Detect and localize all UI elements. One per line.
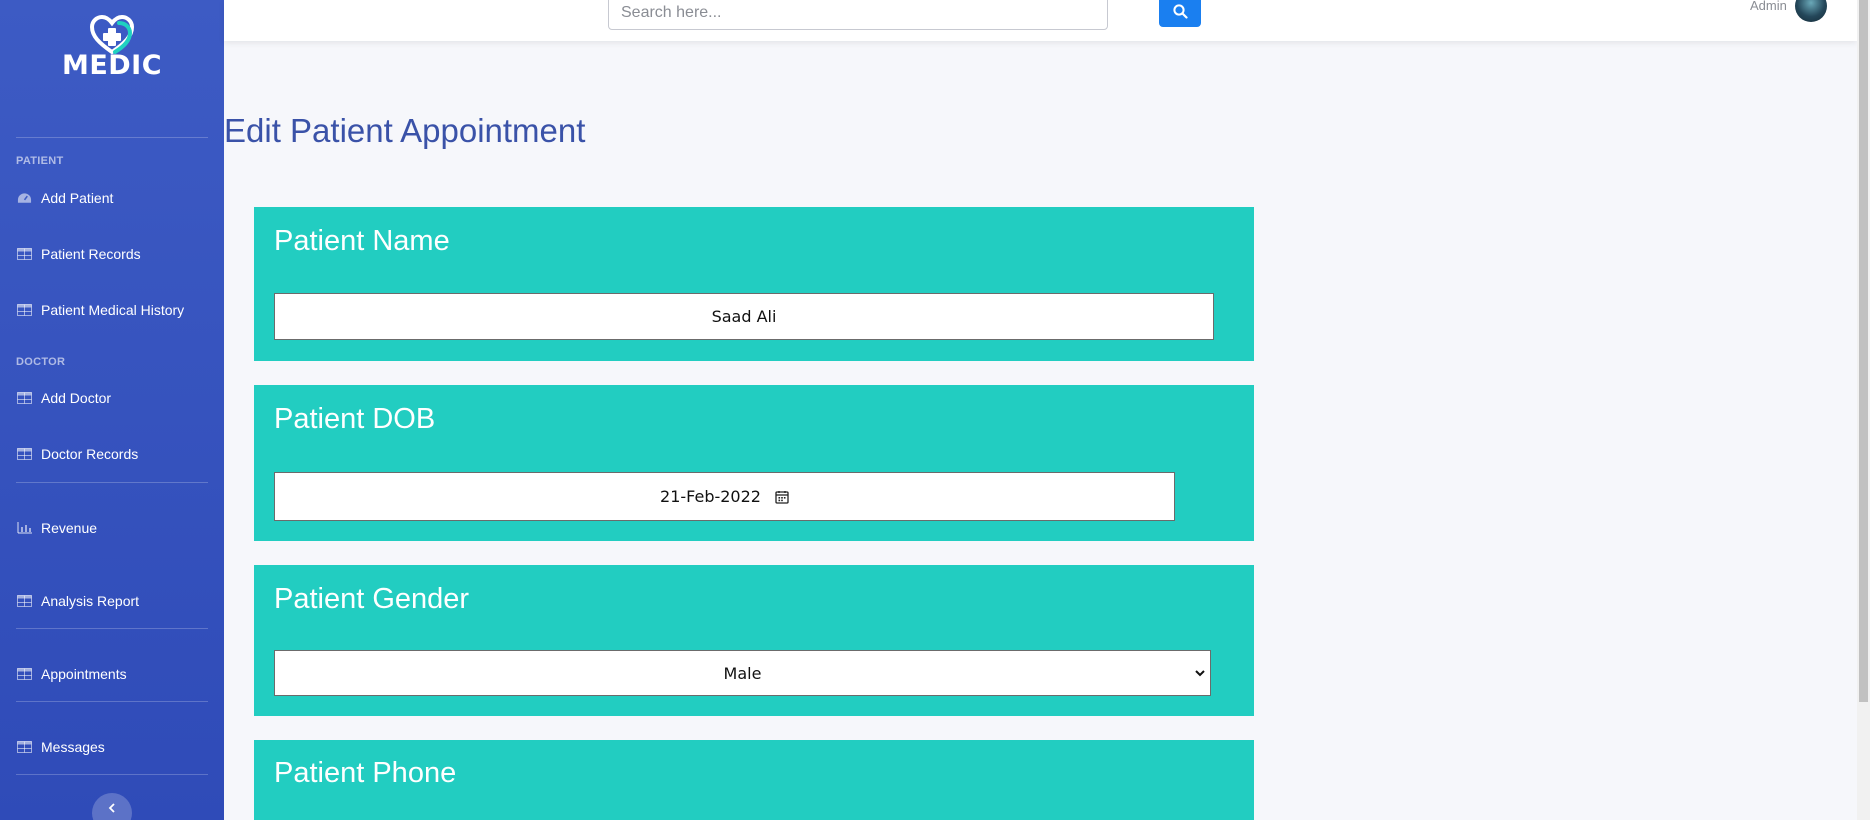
search-input[interactable] [608, 0, 1108, 30]
sidebar-divider [16, 701, 208, 702]
sidebar-item-doctor-records[interactable]: Doctor Records [0, 426, 224, 482]
calendar-icon[interactable] [775, 490, 789, 504]
table-icon [17, 248, 32, 260]
page-title: Edit Patient Appointment [224, 112, 586, 149]
sidebar-collapse-button[interactable] [92, 793, 132, 820]
dashboard-icon [17, 192, 32, 204]
patient-name-label: Patient Name [274, 225, 450, 257]
patient-gender-select[interactable]: Male [274, 650, 1211, 696]
sidebar-section-doctor: DOCTOR [16, 356, 66, 368]
table-icon [17, 595, 32, 607]
patient-phone-card: Patient Phone [254, 740, 1254, 820]
brand-name: MEDIC [61, 50, 163, 81]
search-button[interactable] [1159, 0, 1201, 27]
patient-name-value: Saad Ali [711, 307, 777, 326]
sidebar-divider [16, 482, 208, 483]
sidebar-item-label: Analysis Report [41, 593, 140, 609]
table-icon [17, 668, 32, 680]
patient-name-field[interactable]: Saad Ali [274, 293, 1214, 340]
patient-dob-field[interactable]: 21-Feb-2022 [274, 472, 1175, 521]
brand: MEDIC [0, 0, 224, 137]
sidebar-item-messages[interactable]: Messages [0, 719, 224, 775]
sidebar-item-patient-records[interactable]: Patient Records [0, 226, 224, 282]
patient-dob-label: Patient DOB [274, 403, 436, 435]
sidebar-item-label: Messages [41, 739, 105, 755]
patient-gender-label: Patient Gender [274, 583, 470, 615]
search-icon [1172, 4, 1188, 19]
sidebar-item-label: Patient Medical History [41, 302, 185, 318]
sidebar-item-patient-medical-history[interactable]: Patient Medical History [0, 282, 224, 338]
sidebar-item-label: Doctor Records [41, 446, 139, 462]
sidebar-item-label: Add Doctor [41, 390, 112, 406]
avatar[interactable] [1795, 0, 1827, 22]
patient-phone-label: Patient Phone [274, 757, 457, 789]
table-icon [17, 392, 32, 404]
chevron-left-icon [108, 803, 115, 813]
table-icon [17, 304, 32, 316]
patient-dob-card: Patient DOB 21-Feb-2022 [254, 385, 1254, 541]
topbar: Admin [224, 0, 1857, 41]
sidebar-item-label: Patient Records [41, 246, 141, 262]
sidebar-item-revenue[interactable]: Revenue [0, 500, 224, 556]
patient-dob-value: 21-Feb-2022 [660, 487, 761, 506]
patient-name-card: Patient Name Saad Ali [254, 207, 1254, 361]
sidebar-item-label: Add Patient [41, 190, 114, 206]
patient-gender-card: Patient Gender Male [254, 565, 1254, 716]
page-scrollbar[interactable] [1857, 0, 1870, 820]
table-icon [17, 741, 32, 753]
sidebar: MEDIC PATIENT Add Patient Patient Record… [0, 0, 224, 820]
sidebar-item-add-patient[interactable]: Add Patient [0, 170, 224, 226]
chevron-down-icon [1194, 667, 1206, 679]
sidebar-section-patient: PATIENT [16, 155, 64, 167]
sidebar-divider [16, 774, 208, 775]
scrollbar-thumb[interactable] [1859, 0, 1868, 702]
sidebar-item-appointments[interactable]: Appointments [0, 646, 224, 702]
chart-bar-icon [17, 522, 32, 534]
sidebar-item-add-doctor[interactable]: Add Doctor [0, 370, 224, 426]
sidebar-divider [16, 137, 208, 138]
sidebar-item-analysis-report[interactable]: Analysis Report [0, 573, 224, 629]
sidebar-item-label: Appointments [41, 666, 127, 682]
sidebar-item-label: Revenue [41, 520, 98, 536]
user-name[interactable]: Admin [1750, 0, 1787, 13]
table-icon [17, 448, 32, 460]
patient-gender-value: Male [723, 663, 762, 683]
sidebar-divider [16, 628, 208, 629]
